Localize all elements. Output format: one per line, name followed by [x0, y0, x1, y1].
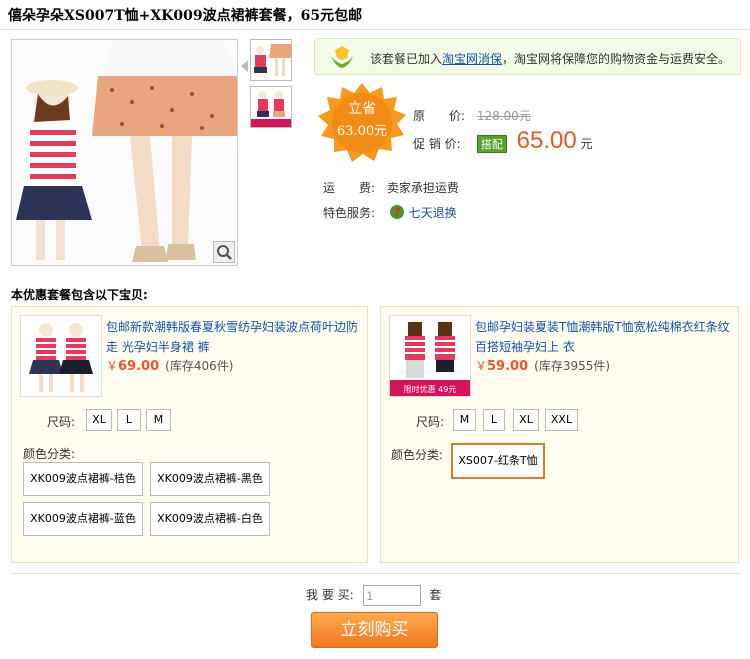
page-title: 僖朵孕朵XS007T恤+XK009波点裙裤套餐，65元包邮 [8, 8, 363, 24]
notice-prefix: 该套餐已加入 [370, 52, 443, 66]
shipping-label: 运 费: [323, 181, 376, 195]
item-1-image[interactable] [20, 315, 102, 397]
item-1-color-option[interactable]: XK009波点裙裤-蓝色 [23, 502, 143, 536]
zoom-icon[interactable] [213, 241, 235, 263]
seven-day-return-icon: 7 [389, 204, 405, 223]
item-1-size-label: 尺码: [47, 415, 76, 429]
promo-price-unit: 元 [580, 137, 593, 151]
quantity-row: 我 要 买: 套 [306, 585, 441, 606]
seven-day-return-link[interactable]: 七天退换 [409, 206, 457, 220]
item-2-size-label: 尺码: [416, 415, 445, 429]
bottom-divider [11, 573, 741, 574]
original-price-label: 原 价: [413, 109, 466, 123]
item-2-size-option[interactable]: L [483, 409, 505, 431]
item-1-size-option[interactable]: M [146, 409, 171, 431]
original-price-row: 原 价: 128.00元 [413, 107, 531, 124]
notice-suffix: ，淘宝网将保障您的购物资金与运费安全。 [502, 52, 731, 66]
item-2-size-option[interactable]: XL [513, 409, 539, 431]
item-2-size-option[interactable]: XXL [545, 409, 578, 431]
bundle-item-2: 限时优惠 49元 包邮孕妇装夏装T恤潮韩版T恤宽松纯棉衣红条纹百搭短袖孕妇上 衣… [380, 306, 739, 563]
bundle-item-1: 包邮新款潮韩版春夏秋雪纺孕妇装波点荷叶边防走 光孕妇半身裙 裤 ￥69.00 (库… [11, 306, 368, 563]
item-1-size-option[interactable]: L [117, 409, 141, 431]
main-product-image[interactable] [11, 39, 238, 266]
savings-amount: 63.00元 [336, 124, 388, 139]
shipping-value: 卖家承担运费 [386, 181, 459, 195]
item-1-color-option[interactable]: XK009波点裙裤-黑色 [150, 462, 270, 496]
title-divider [0, 29, 750, 30]
item-1-stock: (库存406件) [165, 359, 234, 373]
item-1-color-option[interactable]: XK009波点裙裤-白色 [150, 502, 270, 536]
bundle-section-title: 本优惠套餐包含以下宝贝: [11, 288, 148, 302]
quantity-input[interactable] [362, 585, 421, 606]
savings-label: 立省 [348, 101, 376, 117]
promo-price-value: 65.00 [516, 127, 577, 154]
consumer-protection-link[interactable]: 淘宝网消保 [442, 52, 502, 66]
item-2-size-option[interactable]: M [453, 409, 476, 431]
promo-price-label: 促 销 价: [413, 137, 461, 151]
item-1-color-label: 颜色分类: [23, 447, 76, 461]
service-label: 特色服务: [323, 206, 376, 220]
item-2-price: ￥59.00 (库存3955件) [475, 357, 610, 374]
thumbnail-1[interactable] [250, 39, 292, 81]
thumbnail-pointer-icon [241, 60, 248, 72]
item-2-image[interactable]: 限时优惠 49元 [389, 315, 471, 397]
hand-shield-icon [329, 44, 355, 73]
service-row: 特色服务: 7 七天退换 [323, 204, 457, 223]
buy-now-button[interactable]: 立刻购买 [311, 612, 438, 648]
svg-text:7: 7 [393, 206, 401, 219]
original-price-value: 128.00元 [476, 109, 531, 123]
item-1-title-link[interactable]: 包邮新款潮韩版春夏秋雪纺孕妇装波点荷叶边防走 光孕妇半身裙 裤 [106, 317, 362, 357]
item-1-currency: ￥ [106, 359, 119, 373]
consumer-protection-notice: 该套餐已加入淘宝网消保，淘宝网将保障您的购物资金与运费安全。 [314, 38, 741, 75]
quantity-unit: 套 [429, 588, 442, 602]
item-2-thumb-badge: 限时优惠 49元 [404, 384, 457, 394]
savings-badge: 立省 63.00元 [318, 83, 406, 163]
item-2-stock: (库存3955件) [534, 359, 611, 373]
quantity-label: 我 要 买: [306, 588, 354, 602]
thumbnail-2[interactable] [250, 86, 292, 128]
item-1-price-value: 69.00 [118, 359, 160, 374]
item-1-color-option[interactable]: XK009波点裙裤-桔色 [23, 462, 143, 496]
promo-price-row: 促 销 价: 搭配 65.00 元 [413, 127, 593, 155]
shipping-row: 运 费: 卖家承担运费 [323, 179, 459, 196]
item-2-title-link[interactable]: 包邮孕妇装夏装T恤潮韩版T恤宽松纯棉衣红条纹百搭短袖孕妇上 衣 [475, 317, 731, 357]
bundle-tag: 搭配 [476, 135, 507, 153]
item-2-price-value: 59.00 [487, 359, 529, 374]
item-2-color-option-selected[interactable]: XS007-红条T恤 [451, 443, 545, 479]
item-1-size-option[interactable]: XL [86, 409, 112, 431]
item-2-currency: ￥ [475, 359, 488, 373]
item-1-price: ￥69.00 (库存406件) [106, 357, 233, 374]
item-2-color-label: 颜色分类: [391, 448, 444, 462]
